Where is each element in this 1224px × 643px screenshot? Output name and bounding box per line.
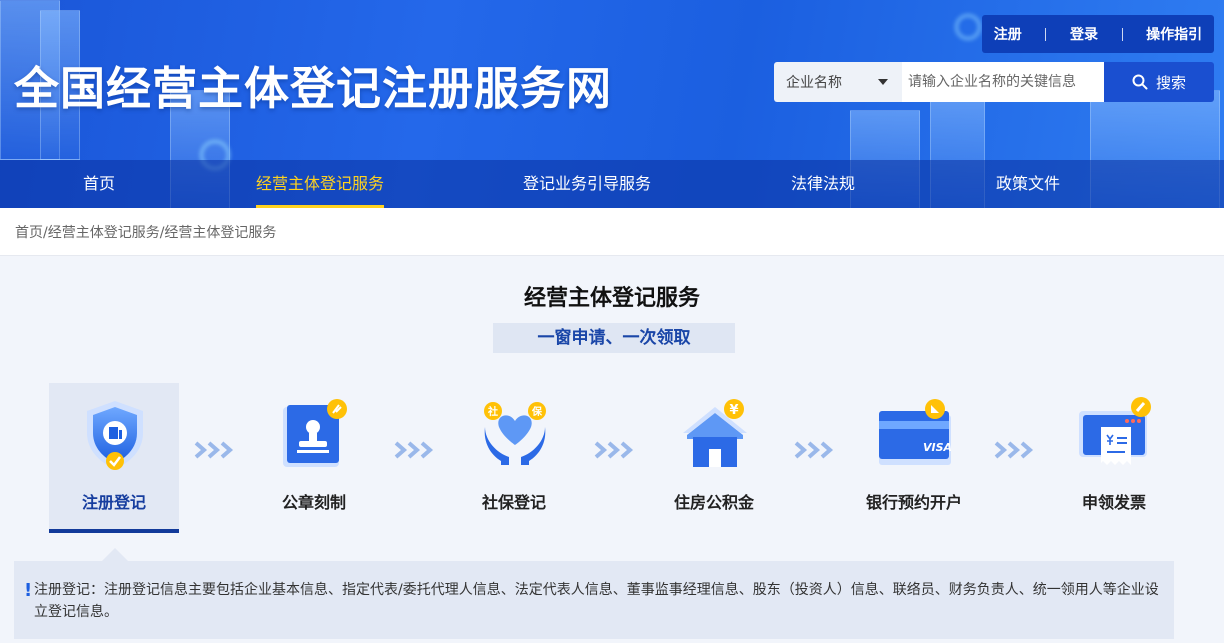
step-registration[interactable]: 注册登记 xyxy=(49,383,179,533)
section-title: 经营主体登记服务 xyxy=(523,286,700,311)
step-seal-engraving[interactable]: 公章刻制 xyxy=(249,383,379,533)
top-links: 注册 登录 操作指引 xyxy=(982,15,1214,53)
stamp-icon xyxy=(283,399,347,467)
guide-link[interactable]: 操作指引 xyxy=(1146,24,1202,44)
chevrons-right-icon xyxy=(394,441,434,459)
nav-item-policies[interactable]: 政策文件 xyxy=(996,160,1060,208)
chevrons-right-icon xyxy=(994,441,1034,459)
main-nav: 首页 经营主体登记服务 登记业务引导服务 法律法规 政策文件 xyxy=(0,160,1224,208)
nav-item-business-guide[interactable]: 登记业务引导服务 xyxy=(523,160,651,208)
badge-she: 社 xyxy=(487,405,498,418)
search-icon xyxy=(1132,74,1148,90)
step-label: 住房公积金 xyxy=(673,493,754,512)
step-invoice-application[interactable]: 申领发票 xyxy=(1049,383,1179,533)
chevrons-right-icon xyxy=(594,441,634,459)
search-button-label: 搜索 xyxy=(1155,73,1186,92)
chevrons-right-icon xyxy=(194,441,234,459)
nav-item-laws[interactable]: 法律法规 xyxy=(791,160,855,208)
nav-item-home[interactable]: 首页 xyxy=(83,160,115,208)
search-button[interactable]: 搜索 xyxy=(1104,62,1214,102)
badge-bao: 保 xyxy=(531,405,543,418)
step-label: 公章刻制 xyxy=(281,493,346,512)
visa-text: VISA xyxy=(923,441,951,454)
step-housing-fund[interactable]: ¥ 住房公积金 xyxy=(649,383,779,533)
login-link[interactable]: 登录 xyxy=(1070,24,1098,44)
step-description-panel: ! 注册登记：注册登记信息主要包括企业基本信息、指定代表/委托代理人信息、法定代… xyxy=(14,561,1174,639)
invoice-icon xyxy=(1079,397,1151,465)
divider xyxy=(1045,27,1047,41)
bank-card-icon: VISA xyxy=(879,399,951,465)
breadcrumb-text[interactable]: 首页/经营主体登记服务/经营主体登记服务 xyxy=(15,222,276,242)
active-step-pointer xyxy=(102,548,128,561)
step-label: 银行预约开户 xyxy=(865,493,962,512)
yuan-badge: ¥ xyxy=(729,403,738,418)
heart-hands-icon: 社 保 xyxy=(484,402,546,465)
nav-item-registration-service[interactable]: 经营主体登记服务 xyxy=(256,160,385,208)
step-label: 申领发票 xyxy=(1081,493,1146,512)
step-social-security[interactable]: 社 保 社保登记 xyxy=(449,383,579,533)
step-label: 社保登记 xyxy=(481,493,546,512)
step-label: 注册登记 xyxy=(81,493,146,512)
caret-down-icon xyxy=(878,79,888,85)
step-description: 注册登记：注册登记信息主要包括企业基本信息、指定代表/委托代理人信息、法定代表人… xyxy=(34,582,1159,620)
chevrons-right-icon xyxy=(794,441,834,459)
search-type-select[interactable]: 企业名称 xyxy=(774,62,902,102)
divider xyxy=(1121,27,1123,41)
slogan-banner: 一窗申请、一次领取 xyxy=(493,323,735,353)
register-link[interactable]: 注册 xyxy=(994,24,1022,44)
step-bank-account[interactable]: VISA 银行预约开户 xyxy=(849,383,979,533)
site-title: 全国经营主体登记注册服务网 xyxy=(14,62,613,115)
house-icon: ¥ xyxy=(683,399,747,467)
info-exclamation-icon: ! xyxy=(24,580,33,601)
site-header: 全国经营主体登记注册服务网 注册 登录 操作指引 企业名称 搜索 首页 经营主体… xyxy=(0,0,1224,208)
decorative-ring xyxy=(955,14,981,40)
shield-check-icon xyxy=(87,401,143,470)
search-bar: 企业名称 搜索 xyxy=(774,62,1214,102)
search-type-value: 企业名称 xyxy=(786,75,842,91)
search-input[interactable] xyxy=(902,62,1104,102)
breadcrumb: 首页/经营主体登记服务/经营主体登记服务 xyxy=(0,208,1224,256)
